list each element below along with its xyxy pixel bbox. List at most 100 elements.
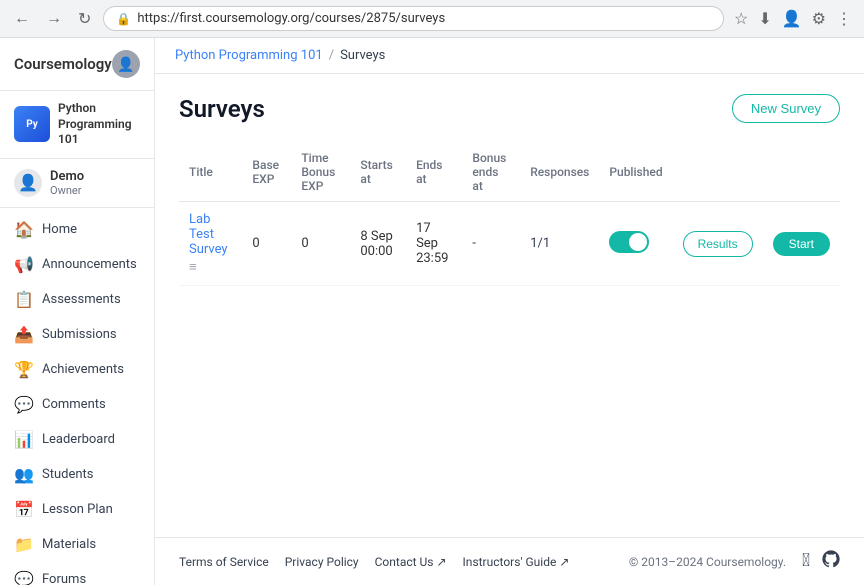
- sidebar-item-achievements[interactable]: 🏆 Achievements: [0, 352, 154, 387]
- contact-link[interactable]: Contact Us ↗: [375, 555, 447, 569]
- nav-icon: 📢: [14, 255, 32, 274]
- page-footer: Terms of Service Privacy Policy Contact …: [155, 537, 864, 585]
- published-toggle[interactable]: [609, 231, 649, 253]
- user-name: Demo: [50, 169, 84, 184]
- app-layout: Coursemology 👤 Py Python Programming 101…: [0, 38, 864, 585]
- nav-icon: 💬: [14, 570, 32, 585]
- survey-link[interactable]: Lab Test Survey: [189, 212, 228, 257]
- sidebar: Coursemology 👤 Py Python Programming 101…: [0, 38, 155, 585]
- nav-label: Forums: [42, 572, 86, 585]
- forward-button[interactable]: →: [42, 8, 66, 30]
- downloads-btn[interactable]: ⬇: [756, 7, 773, 31]
- surveys-table: Title Base EXP Time Bonus EXP Starts at …: [179, 143, 840, 286]
- col-base-exp: Base EXP: [242, 143, 291, 202]
- nav-label: Lesson Plan: [42, 502, 113, 517]
- copyright-text: © 2013–2024 Coursemology.: [629, 555, 786, 569]
- breadcrumb-separator: /: [329, 48, 334, 63]
- results-button[interactable]: Results: [683, 231, 753, 257]
- table-head: Title Base EXP Time Bonus EXP Starts at …: [179, 143, 840, 202]
- col-actions-2: [763, 143, 840, 202]
- user-section: 👤 Demo Owner: [0, 159, 154, 208]
- nav-icon: 📋: [14, 290, 32, 309]
- cell-time-bonus: 0: [291, 202, 350, 286]
- cell-starts-at: 8 Sep 00:00: [350, 202, 406, 286]
- terms-link[interactable]: Terms of Service: [179, 555, 269, 569]
- start-button[interactable]: Start: [773, 232, 830, 256]
- nav-label: Materials: [42, 537, 96, 552]
- col-ends-at: Ends at: [406, 143, 462, 202]
- course-name: Python Programming 101: [58, 101, 140, 148]
- nav-icon: 📊: [14, 430, 32, 449]
- cell-ends-at: 17 Sep 23:59: [406, 202, 462, 286]
- col-time-bonus: Time Bonus EXP: [291, 143, 350, 202]
- main-content: Python Programming 101 / Surveys Surveys…: [155, 38, 864, 585]
- user-icon: 👤: [14, 169, 42, 197]
- col-published: Published: [599, 143, 672, 202]
- nav-icon: 🏠: [14, 220, 32, 239]
- bookmark-btn[interactable]: ☆: [732, 7, 750, 31]
- account-btn[interactable]: 👤: [780, 7, 804, 31]
- breadcrumb: Python Programming 101 / Surveys: [155, 38, 864, 74]
- sidebar-item-submissions[interactable]: 📤 Submissions: [0, 317, 154, 352]
- cell-bonus-ends: -: [462, 202, 520, 286]
- facebook-icon[interactable]: : [802, 550, 810, 573]
- sidebar-item-materials[interactable]: 📁 Materials: [0, 527, 154, 562]
- nav-label: Leaderboard: [42, 432, 115, 447]
- breadcrumb-course-link[interactable]: Python Programming 101: [175, 48, 323, 63]
- nav-icon: 📤: [14, 325, 32, 344]
- refresh-button[interactable]: ↻: [74, 7, 95, 31]
- new-survey-button[interactable]: New Survey: [732, 94, 840, 123]
- page-title: Surveys: [179, 95, 265, 123]
- instructors-guide-link[interactable]: Instructors' Guide ↗: [463, 555, 570, 569]
- nav-label: Students: [42, 467, 94, 482]
- nav-icon: 🏆: [14, 360, 32, 379]
- course-icon: Py: [14, 106, 50, 142]
- footer-right: © 2013–2024 Coursemology. : [629, 550, 840, 573]
- nav-icon: 💬: [14, 395, 32, 414]
- cell-published: [599, 202, 672, 286]
- extensions-btn[interactable]: ⚙: [810, 7, 828, 31]
- nav-icon: 📅: [14, 500, 32, 519]
- browser-actions: ☆ ⬇ 👤 ⚙ ⋮: [732, 7, 854, 31]
- browser-chrome: ← → ↻ 🔒 https://first.coursemology.org/c…: [0, 0, 864, 38]
- col-actions-1: [673, 143, 763, 202]
- sidebar-item-forums[interactable]: 💬 Forums: [0, 562, 154, 585]
- footer-social: : [802, 550, 840, 573]
- nav-icon: 📁: [14, 535, 32, 554]
- col-starts-at: Starts at: [350, 143, 406, 202]
- sidebar-item-comments[interactable]: 💬 Comments: [0, 387, 154, 422]
- sidebar-item-home[interactable]: 🏠 Home: [0, 212, 154, 247]
- menu-btn[interactable]: ⋮: [834, 7, 854, 31]
- cell-responses: 1/1: [520, 202, 599, 286]
- privacy-link[interactable]: Privacy Policy: [285, 555, 359, 569]
- user-role: Owner: [50, 184, 84, 197]
- sidebar-header: Coursemology 👤: [0, 38, 154, 91]
- sidebar-item-students[interactable]: 👥 Students: [0, 457, 154, 492]
- table-row: Lab Test Survey ≡ 0 0 8 Sep 00:00 17 Sep…: [179, 202, 840, 286]
- nav-label: Home: [42, 222, 77, 237]
- sidebar-item-leaderboard[interactable]: 📊 Leaderboard: [0, 422, 154, 457]
- github-icon[interactable]: [822, 550, 840, 573]
- nav-label: Achievements: [42, 362, 124, 377]
- address-bar[interactable]: 🔒 https://first.coursemology.org/courses…: [103, 6, 724, 31]
- nav-label: Submissions: [42, 327, 117, 342]
- sidebar-item-assessments[interactable]: 📋 Assessments: [0, 282, 154, 317]
- course-card[interactable]: Py Python Programming 101: [0, 91, 154, 159]
- col-bonus-ends: Bonus ends at: [462, 143, 520, 202]
- toggle-track: [609, 231, 649, 253]
- course-icon-text: Py: [26, 119, 38, 130]
- user-avatar-button[interactable]: 👤: [112, 50, 140, 78]
- nav-label: Comments: [42, 397, 106, 412]
- cell-results: Results: [673, 202, 763, 286]
- content-area: Surveys New Survey Title Base EXP Time B…: [155, 74, 864, 537]
- sidebar-item-announcements[interactable]: 📢 Announcements: [0, 247, 154, 282]
- user-avatar-icon: 👤: [112, 50, 140, 78]
- nav-label: Assessments: [42, 292, 121, 307]
- back-button[interactable]: ←: [10, 8, 34, 30]
- cell-title: Lab Test Survey ≡: [179, 202, 242, 286]
- breadcrumb-current: Surveys: [340, 48, 385, 63]
- sidebar-nav: 🏠 Home 📢 Announcements 📋 Assessments 📤 S…: [0, 208, 154, 585]
- table-body: Lab Test Survey ≡ 0 0 8 Sep 00:00 17 Sep…: [179, 202, 840, 286]
- sidebar-item-lesson-plan[interactable]: 📅 Lesson Plan: [0, 492, 154, 527]
- nav-icon: 👥: [14, 465, 32, 484]
